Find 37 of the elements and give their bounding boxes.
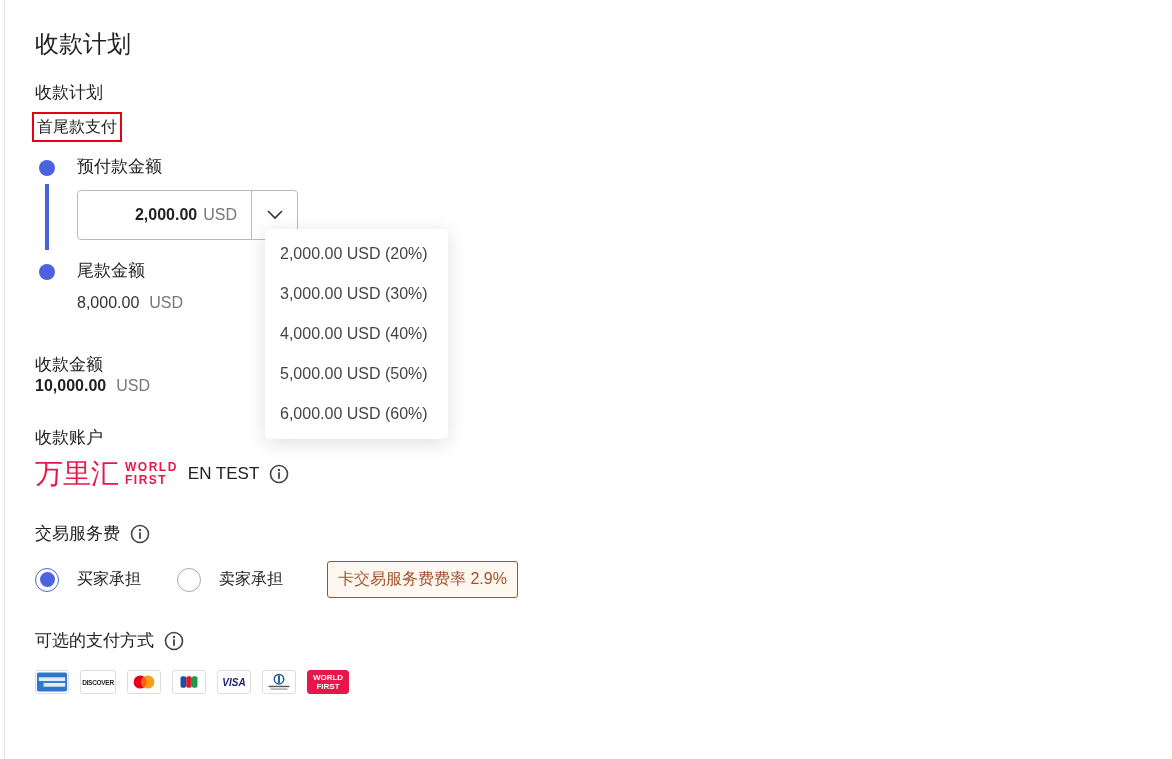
amount-value: 8,000.00: [77, 294, 140, 312]
radio-option[interactable]: 买家承担: [35, 567, 141, 592]
field-label: 可选的支付方式: [35, 630, 154, 652]
amount-value: 2,000.00: [133, 206, 199, 224]
info-icon[interactable]: [164, 631, 184, 651]
radio-label: 买家承担: [77, 569, 141, 589]
radio-label: 卖家承担: [219, 569, 283, 589]
jcb-card-icon: [172, 670, 206, 694]
field-label: 收款计划: [35, 82, 103, 104]
account-name: EN TEST: [187, 464, 260, 484]
info-icon[interactable]: [269, 464, 290, 484]
field-label: 收款金额: [35, 354, 103, 376]
field-label: 收款账户: [35, 427, 103, 449]
plan-type: 首尾款支付: [32, 112, 122, 142]
currency-label: USD: [149, 294, 184, 312]
visa-card-logo: VISA: [217, 670, 251, 694]
amex-card-icon: [35, 670, 69, 694]
dropdown-option[interactable]: 3,000.00 USD (30%): [265, 274, 448, 314]
section-title: 收款计划: [35, 29, 131, 59]
dropdown-option[interactable]: 4,000.00 USD (40%): [265, 314, 448, 354]
dropdown-option[interactable]: 6,000.00 USD (60%): [265, 394, 448, 434]
total-amount: 10,000.00: [35, 377, 107, 395]
mastercard-card-icon: [127, 670, 161, 694]
radio-option[interactable]: 卖家承担: [177, 567, 283, 592]
diners-card-icon: [262, 670, 296, 694]
step-label: 尾款金额: [77, 260, 146, 282]
chevron-down-icon: [266, 210, 283, 220]
fee-rate-tag: 卡交易服务费费率 2.9%: [327, 561, 518, 598]
timeline-dot: [39, 264, 55, 280]
currency-label: USD: [116, 377, 150, 395]
worldfirst-card-logo: WORLD FIRST: [307, 670, 349, 694]
timeline-dot: [39, 160, 55, 176]
currency-label: USD: [203, 206, 238, 224]
info-icon[interactable]: [130, 524, 150, 544]
dropdown-option[interactable]: 5,000.00 USD (50%): [265, 354, 448, 394]
field-label: 交易服务费: [35, 523, 120, 545]
step-label: 预付款金额: [77, 156, 163, 178]
